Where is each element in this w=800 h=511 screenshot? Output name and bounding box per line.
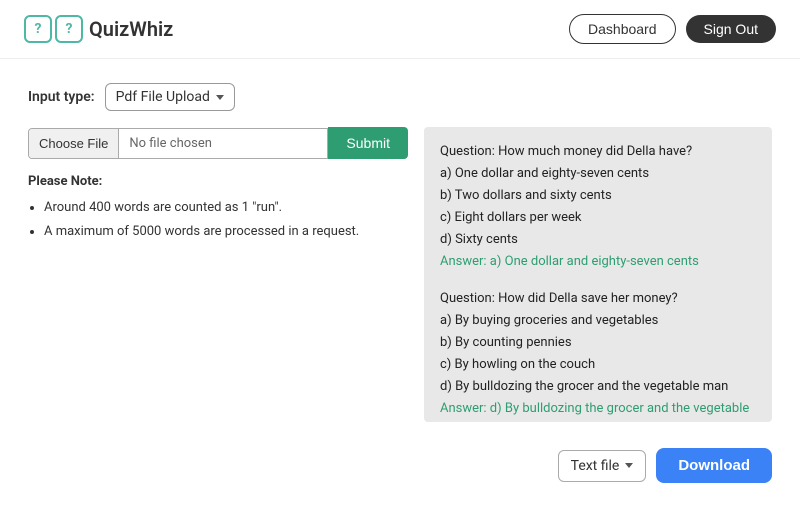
quiz-panel[interactable]: Question: How much money did Della have?… <box>424 127 772 422</box>
header-nav: Dashboard Sign Out <box>569 14 776 44</box>
option-2b: b) By counting pennies <box>440 332 756 354</box>
header: ? ? QuizWhiz Dashboard Sign Out <box>0 0 800 59</box>
logo-box-right: ? <box>55 15 83 43</box>
input-type-row: Input type: Pdf File Upload <box>28 83 772 111</box>
option-1c: c) Eight dollars per week <box>440 207 756 229</box>
option-1d: d) Sixty cents <box>440 229 756 251</box>
bottom-bar: Text file Download <box>0 438 800 483</box>
question-text-2: Question: How did Della save her money? <box>440 288 756 310</box>
file-upload-row: Choose File No file chosen Submit <box>28 127 408 159</box>
input-type-value: Pdf File Upload <box>116 89 210 105</box>
input-type-label: Input type: <box>28 89 95 105</box>
option-1b: b) Two dollars and sixty cents <box>440 185 756 207</box>
file-type-select[interactable]: Text file <box>558 450 647 482</box>
input-type-select[interactable]: Pdf File Upload <box>105 83 235 111</box>
answer-1: Answer: a) One dollar and eighty-seven c… <box>440 251 756 273</box>
note-list: Around 400 words are counted as 1 "run".… <box>28 197 408 243</box>
file-input-wrapper: Choose File No file chosen <box>28 128 328 159</box>
file-type-label: Text file <box>571 458 620 474</box>
question-block-2: Question: How did Della save her money? … <box>440 288 756 422</box>
chevron-down-icon <box>216 95 224 100</box>
option-2d: d) By bulldozing the grocer and the vege… <box>440 376 756 398</box>
note-title: Please Note: <box>28 171 408 193</box>
left-panel: Choose File No file chosen Submit Please… <box>28 127 408 245</box>
main-content: Input type: Pdf File Upload Choose File … <box>0 59 800 438</box>
download-button[interactable]: Download <box>656 448 772 483</box>
note-item-1: Around 400 words are counted as 1 "run". <box>44 197 408 219</box>
option-2c: c) By howling on the couch <box>440 354 756 376</box>
logo-text: QuizWhiz <box>89 17 173 41</box>
dashboard-button[interactable]: Dashboard <box>569 14 676 44</box>
logo-box-left: ? <box>24 15 52 43</box>
note-area: Please Note: Around 400 words are counte… <box>28 171 408 245</box>
question-block-1: Question: How much money did Della have?… <box>440 141 756 274</box>
chevron-down-icon-2 <box>625 463 633 468</box>
option-2a: a) By buying groceries and vegetables <box>440 310 756 332</box>
note-item-2: A maximum of 5000 words are processed in… <box>44 221 408 243</box>
file-name-text: No file chosen <box>119 129 327 158</box>
answer-2: Answer: d) By bulldozing the grocer and … <box>440 398 756 422</box>
option-1a: a) One dollar and eighty-seven cents <box>440 163 756 185</box>
question-text-1: Question: How much money did Della have? <box>440 141 756 163</box>
submit-button[interactable]: Submit <box>328 127 408 159</box>
logo-icon: ? ? <box>24 15 83 43</box>
signout-button[interactable]: Sign Out <box>686 15 776 43</box>
logo-area: ? ? QuizWhiz <box>24 15 173 43</box>
content-area: Choose File No file chosen Submit Please… <box>28 127 772 422</box>
choose-file-button[interactable]: Choose File <box>29 129 119 158</box>
